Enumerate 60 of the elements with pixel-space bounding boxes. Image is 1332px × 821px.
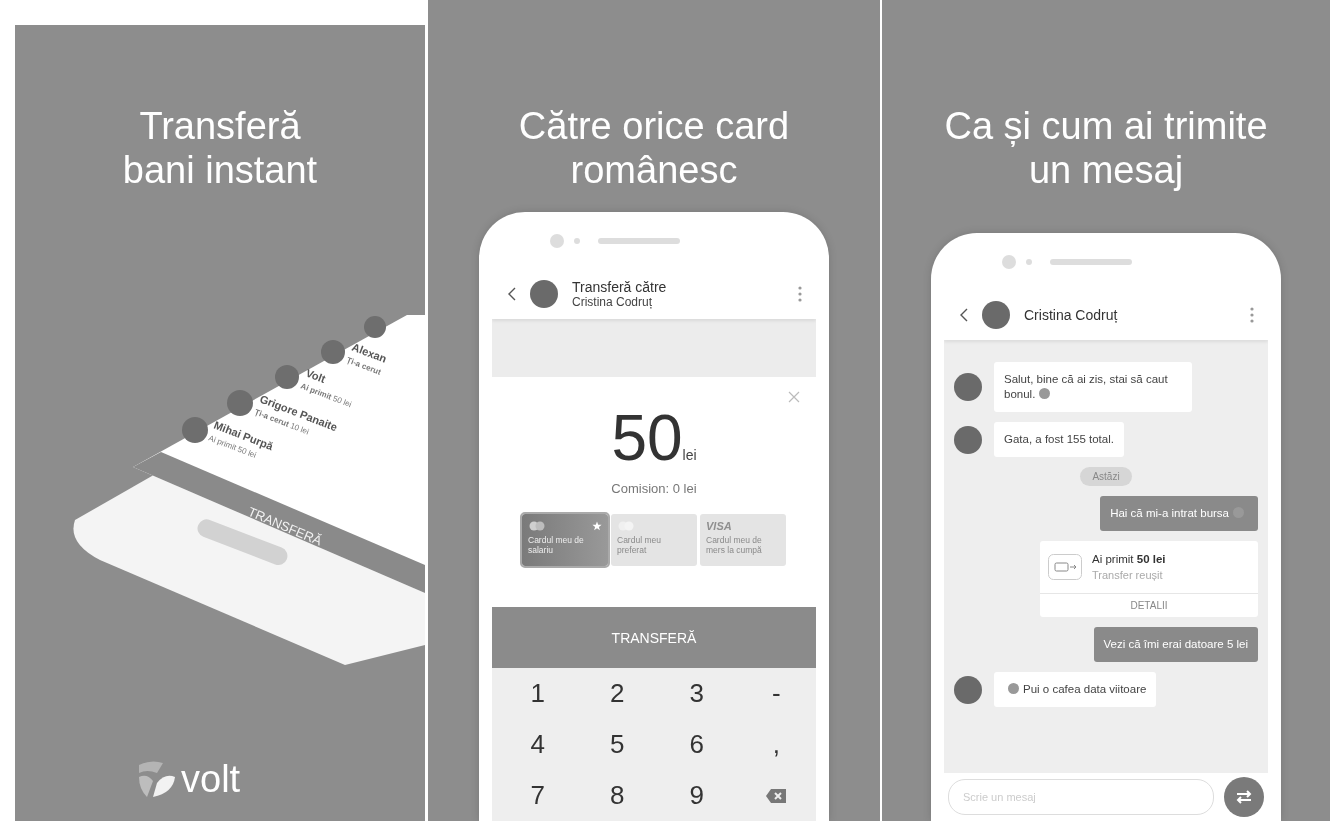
avatar-placeholder [982,301,1010,329]
card-brand: VISA [706,520,732,532]
keypad-key[interactable]: 4 [498,719,578,770]
message-bubble: Pui o cafea data viitoare [994,672,1157,707]
avatar-placeholder [954,373,982,401]
transfer-title: Ai primit 50 lei [1092,553,1166,565]
avatar-placeholder [530,280,558,308]
more-options-icon[interactable] [798,286,802,302]
logo-wordmark: volt [181,759,241,799]
keypad-key[interactable]: 1 [498,668,578,719]
payment-card[interactable]: Cardul meu de salariu [522,514,608,566]
keypad-key[interactable]: 3 [657,668,737,719]
details-button[interactable]: DETALII [1040,594,1258,617]
message-bubble: Gata, a fost 155 total. [994,422,1124,457]
recipient-name: Cristina Codruț [572,295,654,309]
card-transfer-icon [1048,554,1082,580]
back-icon[interactable] [960,308,968,322]
card-brand-icon [528,521,546,531]
card-label: Cardul meu de salariu [528,535,585,555]
contact-name: Volt [304,366,328,385]
currency: lei [682,447,697,463]
keypad-key[interactable]: 2 [577,668,657,719]
message-bubble: Salut, bine că ai zis, stai să caut bonul. [994,362,1192,412]
headline: bani instant [122,148,318,192]
logo-icon [137,759,177,799]
sensor-icon [574,237,580,244]
keypad-key[interactable]: 9 [657,770,737,821]
backspace-icon[interactable] [765,787,788,804]
headline: un mesaj [1028,148,1184,192]
keypad-key[interactable]: 6 [657,719,737,770]
contact-name: Cristina Codruț [1024,307,1119,323]
headline: Ca și cum ai trimite [944,104,1268,148]
sensor-icon [1026,258,1032,265]
keypad-key[interactable]: 5 [577,719,657,770]
avatar-placeholder [954,675,982,704]
swap-arrows-icon [1234,789,1254,805]
keypad-key[interactable]: 7 [498,770,578,821]
date-pill: Astăzi [1080,467,1132,486]
keypad-key[interactable]: - [736,668,816,719]
back-icon[interactable] [508,287,516,301]
message-bubble: Vezi că îmi erai datoare 5 lei [1093,627,1258,662]
more-options-icon[interactable] [1250,307,1254,323]
camera-icon [1002,254,1016,269]
transfer-status: Transfer reușit [1092,569,1164,581]
headline: Transferă [139,104,301,148]
speaker-icon [598,237,680,244]
speaker-icon [1050,258,1132,265]
camera-icon [550,233,564,248]
headline: Către orice card [518,104,790,148]
screen-title: Transferă către [572,279,668,295]
keypad-key[interactable]: 8 [577,770,657,821]
message-bubble: Hai că mi-a intrat bursa [1100,496,1258,531]
transfer-button[interactable] [1224,777,1264,817]
keypad-key[interactable]: , [736,719,816,770]
card-label: Cardul meu preferat [617,535,662,555]
commission-text: Comision: 0 lei [611,481,697,496]
headline: românesc [570,148,738,192]
amount: 50 [611,403,683,473]
avatar-placeholder [954,425,982,454]
card-label: Cardul meu de mers la cumpă [706,535,763,555]
